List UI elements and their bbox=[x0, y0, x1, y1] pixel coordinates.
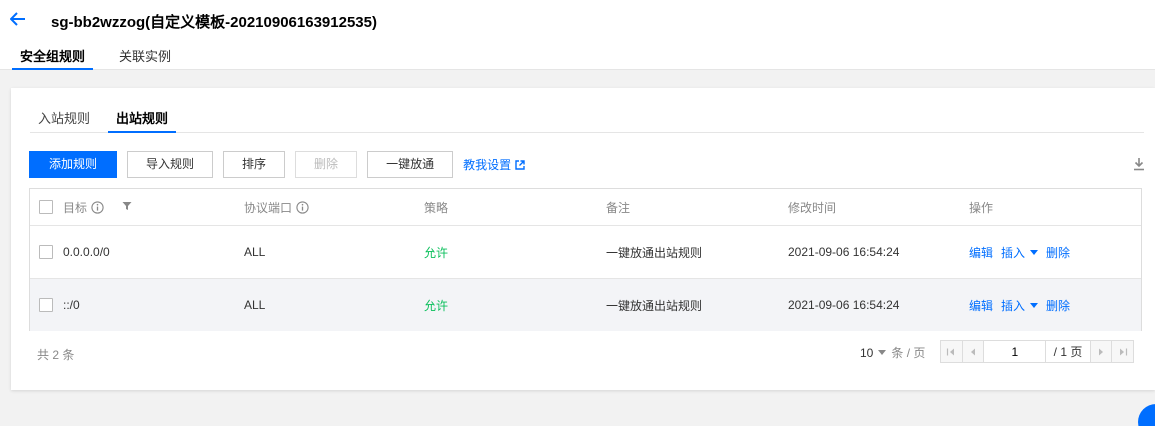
column-protocol-port: 协议端口 bbox=[244, 200, 293, 215]
select-all-checkbox[interactable] bbox=[39, 200, 53, 214]
top-tabs: 安全组规则 关联实例 bbox=[12, 44, 197, 70]
page-size-unit: 条 / 页 bbox=[891, 346, 926, 360]
caret-down-icon bbox=[1030, 249, 1039, 255]
column-target: 目标 bbox=[63, 200, 88, 215]
help-link[interactable]: 教我设置 bbox=[463, 156, 525, 173]
last-page-icon[interactable] bbox=[1111, 341, 1133, 362]
total-pages: / 1 页 bbox=[1053, 345, 1083, 359]
insert-dropdown[interactable]: 插入 bbox=[1001, 297, 1039, 314]
cell-target: 0.0.0.0/0 bbox=[63, 245, 110, 259]
page-number-input[interactable] bbox=[984, 341, 1047, 362]
rules-table: 目标 协议端口 策略 备注 修改时间 操作 0.0.0.0/0 ALL 允许 一… bbox=[29, 188, 1142, 331]
cell-modified-time: 2021-09-06 16:54:24 bbox=[788, 298, 900, 312]
cell-modified-time: 2021-09-06 16:54:24 bbox=[788, 245, 900, 259]
tab-associated-instances[interactable]: 关联实例 bbox=[111, 44, 179, 70]
row-checkbox[interactable] bbox=[39, 298, 53, 312]
delete-button[interactable]: 删除 bbox=[295, 151, 358, 178]
column-note: 备注 bbox=[606, 200, 631, 215]
floating-help-button[interactable] bbox=[1138, 404, 1155, 426]
cell-protocol: ALL bbox=[244, 298, 266, 312]
info-icon[interactable] bbox=[91, 200, 104, 214]
column-policy: 策略 bbox=[424, 200, 449, 215]
tab-inbound-rules[interactable]: 入站规则 bbox=[30, 106, 98, 133]
caret-down-icon bbox=[1030, 302, 1039, 308]
cell-operations: 编辑 插入 删除 bbox=[969, 226, 1078, 278]
insert-label: 插入 bbox=[1001, 298, 1026, 313]
cell-note: 一键放通出站规则 bbox=[606, 245, 703, 260]
cell-policy: 允许 bbox=[424, 245, 449, 260]
cell-note: 一键放通出站规则 bbox=[606, 298, 703, 313]
import-rules-button[interactable]: 导入规则 bbox=[127, 151, 214, 178]
row-checkbox[interactable] bbox=[39, 245, 53, 259]
rules-card: 入站规则 出站规则 添加规则 导入规则 排序 删除 一键放通 教我设置 目标 协… bbox=[11, 88, 1155, 390]
table-row: ::/0 ALL 允许 一键放通出站规则 2021-09-06 16:54:24… bbox=[30, 279, 1141, 331]
delete-link[interactable]: 删除 bbox=[1046, 297, 1070, 314]
one-click-allow-button[interactable]: 一键放通 bbox=[367, 151, 454, 178]
tab-outbound-rules[interactable]: 出站规则 bbox=[108, 106, 177, 133]
column-modified-time: 修改时间 bbox=[788, 200, 837, 215]
table-row: 0.0.0.0/0 ALL 允许 一键放通出站规则 2021-09-06 16:… bbox=[30, 226, 1141, 279]
rules-toolbar: 添加规则 导入规则 排序 删除 一键放通 教我设置 bbox=[29, 151, 525, 178]
cell-target: ::/0 bbox=[63, 298, 80, 312]
cell-policy: 允许 bbox=[424, 298, 449, 313]
caret-down-icon bbox=[878, 350, 887, 355]
add-rule-button[interactable]: 添加规则 bbox=[29, 151, 118, 178]
external-link-icon bbox=[515, 159, 525, 170]
prev-page-icon[interactable] bbox=[962, 341, 985, 362]
tab-security-group-rules[interactable]: 安全组规则 bbox=[12, 44, 94, 70]
next-page-icon[interactable] bbox=[1089, 341, 1112, 362]
insert-label: 插入 bbox=[1001, 245, 1026, 260]
delete-link[interactable]: 删除 bbox=[1046, 244, 1070, 261]
first-page-icon[interactable] bbox=[941, 341, 963, 362]
table-header-row: 目标 协议端口 策略 备注 修改时间 操作 bbox=[30, 189, 1141, 226]
pagination: / 1 页 bbox=[940, 340, 1134, 363]
page-size-select[interactable]: 10 条 / 页 bbox=[860, 344, 925, 361]
page-title: sg-bb2wzzog(自定义模板-20210906163912535) bbox=[51, 14, 377, 31]
cell-protocol: ALL bbox=[244, 245, 266, 259]
page-size-value: 10 bbox=[860, 345, 874, 360]
column-operations: 操作 bbox=[969, 200, 994, 215]
back-arrow-icon[interactable] bbox=[8, 9, 28, 29]
info-icon[interactable] bbox=[296, 200, 309, 214]
insert-dropdown[interactable]: 插入 bbox=[1001, 244, 1039, 261]
download-icon[interactable] bbox=[1133, 157, 1145, 174]
page-header: sg-bb2wzzog(自定义模板-20210906163912535) 安全组… bbox=[0, 0, 1155, 70]
cell-operations: 编辑 插入 删除 bbox=[969, 279, 1078, 331]
filter-icon[interactable] bbox=[122, 200, 132, 214]
total-count: 共 2 条 bbox=[37, 348, 75, 362]
edit-link[interactable]: 编辑 bbox=[969, 297, 993, 314]
rule-direction-tabs: 入站规则 出站规则 bbox=[30, 106, 1144, 133]
sort-button[interactable]: 排序 bbox=[223, 151, 286, 178]
edit-link[interactable]: 编辑 bbox=[969, 244, 993, 261]
help-link-label: 教我设置 bbox=[463, 158, 512, 172]
